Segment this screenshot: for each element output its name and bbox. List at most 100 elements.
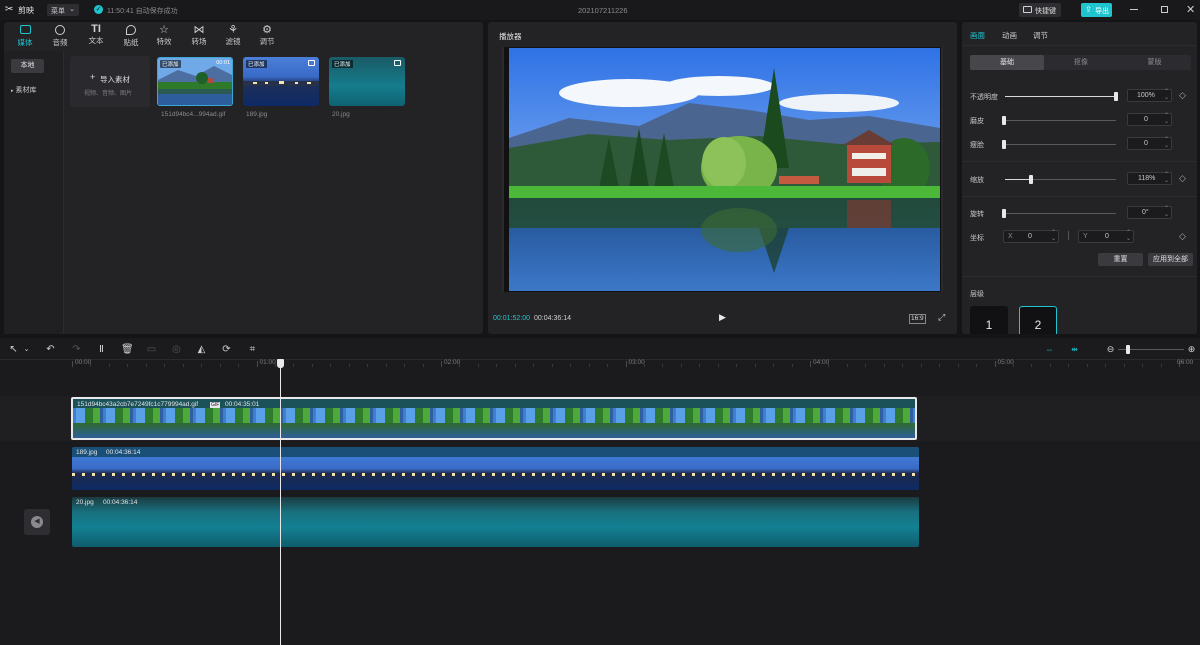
y-label: Y — [1083, 233, 1088, 240]
slim-slider-handle[interactable] — [1002, 140, 1006, 149]
ruler-minor-tick — [1105, 364, 1107, 367]
fullscreen-icon[interactable]: ⤢ — [938, 312, 945, 323]
playhead-handle[interactable] — [276, 359, 284, 368]
tab-picture[interactable]: 画面 — [970, 30, 985, 41]
rotate-icon[interactable]: ⟳ — [221, 344, 232, 355]
keyframe-diamond-icon[interactable]: ◇ — [1179, 231, 1186, 242]
rotate-input[interactable]: 0° ⌃ ⌄ — [1127, 206, 1172, 219]
image-clip-20[interactable]: 20.jpg 00:04:36:14 — [72, 497, 919, 547]
split-icon[interactable]: Ⅱ — [96, 344, 107, 355]
tab-filter[interactable]: ⚘ 滤镜 — [222, 23, 244, 47]
undo-icon[interactable]: ↶ — [45, 344, 56, 355]
aspect-ratio-button[interactable]: 16:9 — [909, 314, 926, 324]
subtab-basic[interactable]: 基础 — [970, 55, 1044, 70]
gif-clip[interactable]: 151d94bc43a2cb7e7249fc1c779994ad.gif GIF… — [71, 397, 917, 440]
layer-option-1[interactable]: 1 — [970, 306, 1008, 334]
close-icon[interactable]: ✕ — [1186, 3, 1195, 16]
redo-icon[interactable]: ↷ — [71, 344, 82, 355]
tab-audio[interactable]: 音频 — [49, 25, 71, 48]
opacity-input[interactable]: 100% ⌃ ⌄ — [1127, 89, 1172, 102]
effects-icon: ☆ — [159, 24, 169, 36]
tab-text[interactable]: TI 文本 — [85, 23, 107, 46]
zoom-in-icon[interactable]: ⊕ — [1186, 344, 1197, 355]
ruler-minor-tick — [846, 364, 848, 367]
rotate-slider[interactable] — [1005, 213, 1116, 214]
shortcut-label: 快捷键 — [1035, 8, 1056, 15]
divider — [962, 161, 1197, 162]
stepper-icon[interactable]: ⌃ ⌄ — [1164, 137, 1169, 149]
smooth-input[interactable]: 0 ⌃ ⌄ — [1127, 113, 1172, 126]
tab-media[interactable]: 媒体 — [14, 25, 36, 48]
layer-option-2[interactable]: 2 — [1019, 306, 1057, 334]
apply-all-button[interactable]: 应用到全部 — [1148, 253, 1193, 266]
mirror-icon[interactable]: ◭ — [196, 344, 207, 355]
playhead[interactable] — [279, 359, 281, 645]
ruler-minor-tick — [477, 364, 479, 367]
tab-animation[interactable]: 动画 — [1002, 30, 1017, 41]
delete-icon[interactable]: 🗑 — [121, 344, 134, 355]
restore-icon[interactable] — [1161, 6, 1168, 13]
keyframe-diamond-icon[interactable]: ◇ — [1179, 90, 1186, 101]
opacity-slider-handle[interactable] — [1114, 92, 1118, 101]
link-clips-icon[interactable]: ⇹ — [1069, 344, 1080, 355]
reset-button[interactable]: 重置 — [1098, 253, 1143, 266]
tab-effects[interactable]: ☆ 特效 — [153, 23, 175, 47]
keyframe-diamond-icon[interactable]: ◇ — [1179, 173, 1186, 184]
sidebar-item-library[interactable]: ▸ 素材库 — [11, 84, 59, 98]
freeze-icon[interactable]: ▭ — [146, 344, 157, 355]
sidebar-item-local[interactable]: 本地 — [11, 59, 44, 73]
zoom-out-icon[interactable]: ⊖ — [1105, 344, 1116, 355]
ruler-major-tick — [441, 361, 442, 367]
import-media-button[interactable]: + 导入素材 视频、音频、图片 — [70, 56, 150, 107]
reverse-icon[interactable]: ◎ — [171, 344, 182, 355]
crop-icon[interactable]: ⌗ — [247, 344, 258, 355]
scale-slider-handle[interactable] — [1029, 175, 1033, 184]
ruler-major-tick — [72, 361, 73, 367]
menu-button[interactable]: 菜单 ⌄ — [47, 4, 79, 16]
smooth-slider[interactable] — [1005, 120, 1116, 121]
export-button[interactable]: ⇪ 导出 — [1081, 3, 1112, 17]
media-item[interactable]: 已添加 189.jpg — [243, 57, 319, 118]
track-mute-button[interactable]: ◀ — [24, 509, 50, 535]
opacity-slider[interactable] — [1005, 96, 1116, 97]
smooth-slider-handle[interactable] — [1002, 116, 1006, 125]
media-name: 151d94bc4...994ad.gif — [161, 111, 226, 118]
tab-adjust[interactable]: ⚙ 调节 — [256, 23, 278, 47]
media-item[interactable]: 已添加 20.jpg — [329, 57, 405, 118]
position-x-input[interactable]: X 0 ⌃ ⌄ — [1003, 230, 1059, 243]
stepper-icon[interactable]: ⌃ ⌄ — [1051, 230, 1056, 242]
shortcut-button[interactable]: 快捷键 — [1019, 3, 1061, 17]
zoom-slider-handle[interactable] — [1126, 345, 1130, 354]
tab-transition[interactable]: ⋈ 转场 — [188, 23, 210, 47]
tab-adjustment[interactable]: 调节 — [1033, 30, 1048, 41]
rotate-slider-handle[interactable] — [1002, 209, 1006, 218]
slim-slider[interactable] — [1005, 144, 1116, 145]
chevron-down-icon[interactable]: ⌄ — [21, 344, 32, 355]
ruler-minor-tick — [588, 364, 590, 367]
image-clip-189[interactable]: 189.jpg 00:04:36:14 — [72, 447, 919, 490]
ruler-minor-tick — [311, 364, 313, 367]
slim-input[interactable]: 0 ⌃ ⌄ — [1127, 137, 1172, 150]
stepper-icon[interactable]: ⌃ ⌄ — [1164, 89, 1169, 101]
select-cursor-icon[interactable]: ↖ — [8, 344, 19, 355]
position-label: 坐标 — [970, 235, 984, 242]
stepper-icon[interactable]: ⌃ ⌄ — [1164, 172, 1169, 184]
separator — [1068, 231, 1069, 240]
position-y-input[interactable]: Y 0 ⌃ ⌄ — [1078, 230, 1134, 243]
subtab-matting[interactable]: 抠像 — [1044, 55, 1118, 70]
magnet-snap-icon[interactable]: ⇔ — [1044, 344, 1055, 355]
tab-sticker[interactable]: 贴纸 — [120, 25, 142, 48]
scale-input[interactable]: 118% ⌃ ⌄ — [1127, 172, 1172, 185]
player-viewport[interactable] — [502, 47, 943, 292]
stepper-icon[interactable]: ⌃ ⌄ — [1164, 206, 1169, 218]
play-icon[interactable]: ▶ — [719, 312, 726, 323]
minimize-icon[interactable] — [1130, 9, 1138, 10]
ruler-minor-tick — [496, 364, 498, 367]
stepper-icon[interactable]: ⌃ ⌄ — [1164, 113, 1169, 125]
text-icon: TI — [91, 23, 101, 35]
stepper-icon[interactable]: ⌃ ⌄ — [1126, 230, 1131, 242]
ruler-minor-tick — [736, 364, 738, 367]
keyboard-icon — [1023, 6, 1032, 13]
media-item[interactable]: 已添加 00:01 151d94bc4...994ad.gif — [157, 57, 233, 118]
subtab-mask[interactable]: 蒙版 — [1118, 55, 1191, 70]
